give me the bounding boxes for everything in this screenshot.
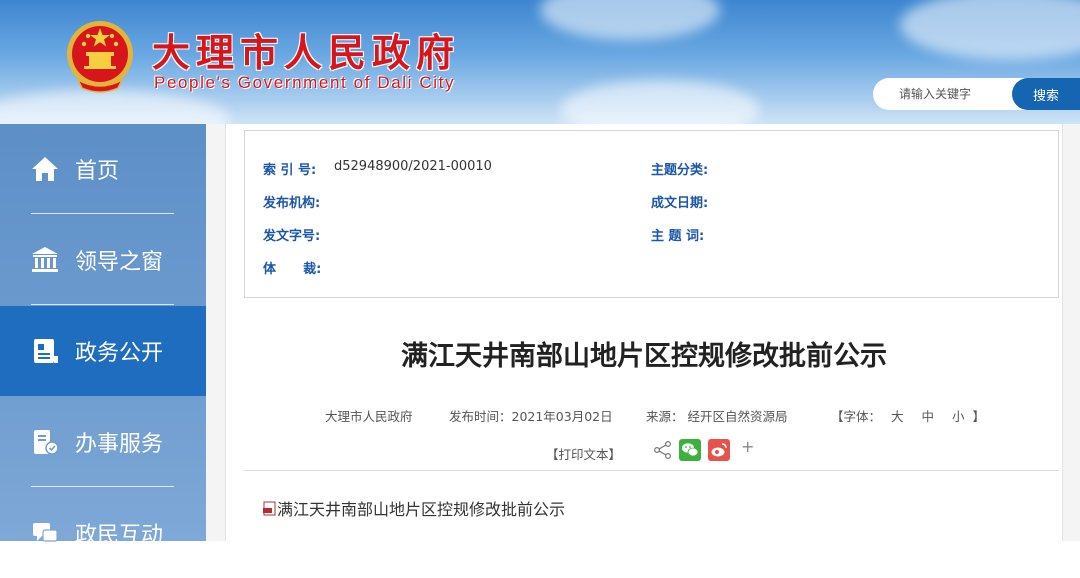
sidebar-nav: 首页 领导之窗 政务公开 办事服务 政民互动	[0, 124, 206, 548]
national-emblem-icon	[67, 21, 133, 93]
sidebar-item-label: 政民互动	[75, 523, 164, 548]
meta-publisher-label: 发布机构:	[263, 196, 321, 211]
article-container: 索 引 号: d52948900/2021-00010 主题分类: 发布机构: …	[225, 124, 1063, 541]
font-size-large-link[interactable]: 大	[891, 409, 904, 424]
article-publish-time: 发布时间：2021年03月02日	[449, 409, 613, 424]
font-size-prefix: 【字体：	[831, 409, 882, 424]
site-subtitle: People's Government of Dali City	[154, 73, 456, 92]
search-box: 搜索	[873, 78, 1080, 110]
header-cloud	[900, 0, 1080, 60]
article-title: 满江天井南部山地片区控规修改批前公示	[401, 341, 887, 372]
document-meta-box: 索 引 号: d52948900/2021-00010 主题分类: 发布机构: …	[244, 130, 1059, 298]
sidebar-divider	[31, 304, 174, 305]
search-button[interactable]: 搜索	[1012, 78, 1080, 110]
meta-category-label: 主题分类:	[651, 163, 709, 178]
print-link[interactable]: 【打印文本】	[546, 444, 621, 463]
attachment-link[interactable]: 满江天井南部山地片区控规修改批前公示	[263, 496, 565, 520]
header-cloud	[560, 80, 760, 124]
sidebar-item-home[interactable]: 首页	[0, 124, 206, 214]
share-icon[interactable]	[652, 439, 674, 461]
content-area: 索 引 号: d52948900/2021-00010 主题分类: 发布机构: …	[206, 124, 1080, 541]
wechat-share-icon[interactable]	[679, 439, 701, 461]
article-source-org: 大理市人民政府	[325, 409, 413, 424]
font-size-control: 【字体： 大 中 小 】	[831, 406, 985, 425]
article-origin: 来源： 经开区自然资源局	[646, 409, 788, 424]
more-share-button[interactable]: +	[741, 437, 754, 456]
meta-genre-label: 体 裁:	[263, 262, 322, 277]
sidebar-item-government-affairs[interactable]: 政务公开	[0, 306, 206, 396]
meta-index-value: d52948900/2021-00010	[334, 159, 492, 174]
sidebar-divider	[31, 213, 174, 214]
sidebar-item-label: 首页	[75, 159, 120, 184]
sidebar-item-label: 领导之窗	[75, 250, 164, 275]
chat-icon	[33, 523, 58, 542]
meta-subject-label: 主 题 词:	[651, 229, 705, 244]
font-size-small-link[interactable]: 小	[952, 409, 965, 424]
font-size-medium-link[interactable]: 中	[922, 409, 935, 424]
sidebar-item-label: 办事服务	[75, 432, 164, 457]
service-icon	[34, 430, 59, 455]
site-header: 大理市人民政府 People's Government of Dali City…	[0, 0, 1080, 124]
weibo-share-icon[interactable]	[708, 439, 730, 461]
meta-date-label: 成文日期:	[651, 196, 709, 211]
pdf-file-icon	[263, 501, 276, 515]
meta-index-label: 索 引 号:	[263, 163, 317, 178]
meta-doc-no-label: 发文字号:	[263, 229, 321, 244]
search-input[interactable]	[887, 78, 1025, 110]
sidebar-item-leadership[interactable]: 领导之窗	[0, 215, 206, 305]
document-icon	[34, 339, 58, 363]
font-size-suffix: 】	[972, 409, 986, 424]
sidebar-item-label: 政务公开	[75, 341, 164, 366]
attachment-label: 满江天井南部山地片区控规修改批前公示	[277, 500, 566, 519]
header-cloud	[540, 0, 720, 40]
sidebar-item-interaction[interactable]: 政民互动	[0, 488, 206, 578]
sidebar-divider	[31, 486, 174, 487]
home-icon	[32, 157, 58, 181]
sidebar-item-services[interactable]: 办事服务	[0, 397, 206, 487]
article-divider	[244, 470, 1059, 471]
building-icon	[32, 247, 58, 272]
site-title: 大理市人民政府	[152, 30, 461, 75]
